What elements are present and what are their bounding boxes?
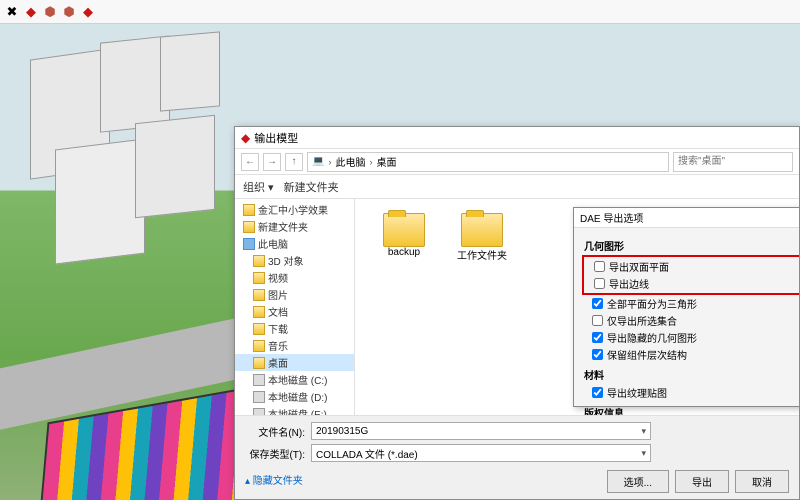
pc-icon: 💻 — [312, 156, 324, 167]
folder-label: backup — [388, 247, 420, 258]
tree-item[interactable]: 下载 — [235, 320, 354, 337]
options-titlebar: DAE 导出选项 ✕ — [574, 208, 799, 228]
dialog-titlebar: ◆ 输出模型 — [235, 127, 799, 149]
filename-combo[interactable]: 20190315G▾ — [311, 422, 651, 440]
hierarchy-checkbox[interactable] — [592, 349, 603, 360]
folder-icon — [383, 213, 425, 247]
tool-box2-icon[interactable]: ⬢ — [61, 4, 77, 20]
tree-item-label: 视频 — [268, 270, 288, 285]
app-toolbar: ✖ ◆ ⬢ ⬢ ◆ — [0, 0, 800, 24]
nav-up-button[interactable]: ↑ — [285, 153, 303, 171]
folder-label: 工作文件夹 — [457, 247, 507, 262]
export-dialog: ◆ 输出模型 ← → ↑ 💻 › 此电脑 › 桌面 组织 ▾ 新建文件夹 金汇中… — [234, 126, 800, 500]
hidden-geom-checkbox[interactable] — [592, 332, 603, 343]
drive-icon — [253, 374, 265, 386]
building-model — [135, 115, 215, 218]
cancel-button[interactable]: 取消 — [735, 470, 789, 493]
folder-icon — [253, 323, 265, 335]
tree-item-label: 桌面 — [268, 355, 288, 370]
tree-item-label: 文档 — [268, 304, 288, 319]
chevron-down-icon: ▾ — [641, 448, 646, 459]
hide-folders-link[interactable]: ▴ 隐藏文件夹 — [245, 472, 303, 487]
tool-box1-icon[interactable]: ⬢ — [42, 4, 58, 20]
tree-item-label: 3D 对象 — [268, 253, 304, 268]
app-icon: ◆ — [241, 131, 250, 145]
geometry-group-label: 几何图形 — [584, 238, 799, 253]
folder-icon — [253, 289, 265, 301]
folder-icon — [243, 221, 255, 233]
tree-item-label: 图片 — [268, 287, 288, 302]
chevron-down-icon: ▾ — [641, 426, 646, 437]
export-button[interactable]: 导出 — [675, 470, 729, 493]
tree-item-label: 金汇中小学效果 — [258, 202, 328, 217]
folder-tree[interactable]: 金汇中小学效果新建文件夹此电脑 3D 对象视频图片文档下载音乐桌面本地磁盘 (C:… — [235, 199, 355, 415]
folder-icon — [461, 213, 503, 247]
dialog-title: 输出模型 — [254, 130, 298, 146]
tree-item-label: 下载 — [268, 321, 288, 336]
tree-item-label: 此电脑 — [258, 236, 288, 251]
folder-icon — [253, 255, 265, 267]
pc-icon — [243, 238, 255, 250]
folder-icon — [253, 340, 265, 352]
tool-gem-icon[interactable]: ◆ — [80, 4, 96, 20]
copyright-group-label: 版权信息 — [584, 405, 799, 415]
filetype-label: 保存类型(T): — [245, 446, 305, 461]
building-model — [55, 138, 145, 264]
texture-checkbox[interactable] — [592, 387, 603, 398]
tree-item[interactable]: 此电脑 — [235, 235, 354, 252]
highlighted-options: 导出双面平面 导出边线 — [582, 255, 799, 295]
tree-item[interactable]: 图片 — [235, 286, 354, 303]
tree-item-label: 本地磁盘 (E:) — [268, 406, 327, 415]
path-segment[interactable]: 此电脑 — [335, 154, 365, 169]
tree-item[interactable]: 新建文件夹 — [235, 218, 354, 235]
tree-item[interactable]: 音乐 — [235, 337, 354, 354]
path-segment[interactable]: 桌面 — [376, 154, 396, 169]
file-list-area[interactable]: backup 工作文件夹 DAE 导出选项 ✕ 几何图形 导出双面平面 导出边线 … — [355, 199, 799, 415]
drive-icon — [253, 391, 265, 403]
nav-bar: ← → ↑ 💻 › 此电脑 › 桌面 — [235, 149, 799, 175]
filetype-combo[interactable]: COLLADA 文件 (*.dae)▾ — [311, 444, 651, 462]
tool-ruby-icon[interactable]: ◆ — [23, 4, 39, 20]
search-input[interactable] — [673, 152, 793, 172]
drive-icon — [253, 408, 265, 416]
tree-item[interactable]: 金汇中小学效果 — [235, 201, 354, 218]
folder-item[interactable]: 工作文件夹 — [447, 213, 517, 262]
tree-item-label: 新建文件夹 — [258, 219, 308, 234]
nav-back-button[interactable]: ← — [241, 153, 259, 171]
options-title: DAE 导出选项 — [580, 210, 643, 225]
folder-icon — [243, 204, 255, 216]
triangulate-checkbox[interactable] — [592, 298, 603, 309]
tree-item[interactable]: 文档 — [235, 303, 354, 320]
edges-checkbox[interactable] — [594, 278, 605, 289]
two-sided-checkbox[interactable] — [594, 261, 605, 272]
tree-item-label: 本地磁盘 (D:) — [268, 389, 327, 404]
tree-item[interactable]: 3D 对象 — [235, 252, 354, 269]
tree-item-label: 音乐 — [268, 338, 288, 353]
folder-icon — [253, 357, 265, 369]
organize-menu[interactable]: 组织 ▾ — [243, 179, 274, 195]
tree-item[interactable]: 本地磁盘 (D:) — [235, 388, 354, 405]
options-button[interactable]: 选项... — [607, 470, 669, 493]
folder-icon — [253, 272, 265, 284]
selection-only-checkbox[interactable] — [592, 315, 603, 326]
dialog-footer: 文件名(N): 20190315G▾ 保存类型(T): COLLADA 文件 (… — [235, 415, 799, 499]
new-folder-button[interactable]: 新建文件夹 — [284, 179, 339, 195]
filename-label: 文件名(N): — [245, 424, 305, 439]
folder-icon — [253, 306, 265, 318]
tree-item-label: 本地磁盘 (C:) — [268, 372, 327, 387]
tree-item[interactable]: 视频 — [235, 269, 354, 286]
dae-options-dialog: DAE 导出选项 ✕ 几何图形 导出双面平面 导出边线 全部平面分为三角形 仅导… — [573, 207, 799, 407]
breadcrumb[interactable]: 💻 › 此电脑 › 桌面 — [307, 152, 669, 172]
tool-plugin-icon[interactable]: ✖ — [4, 4, 20, 20]
folder-item[interactable]: backup — [369, 213, 439, 258]
dialog-toolbar: 组织 ▾ 新建文件夹 — [235, 175, 799, 199]
tree-item[interactable]: 桌面 — [235, 354, 354, 371]
material-group-label: 材料 — [584, 367, 799, 382]
building-model — [160, 31, 220, 111]
nav-forward-button[interactable]: → — [263, 153, 281, 171]
tree-item[interactable]: 本地磁盘 (C:) — [235, 371, 354, 388]
tree-item[interactable]: 本地磁盘 (E:) — [235, 405, 354, 415]
